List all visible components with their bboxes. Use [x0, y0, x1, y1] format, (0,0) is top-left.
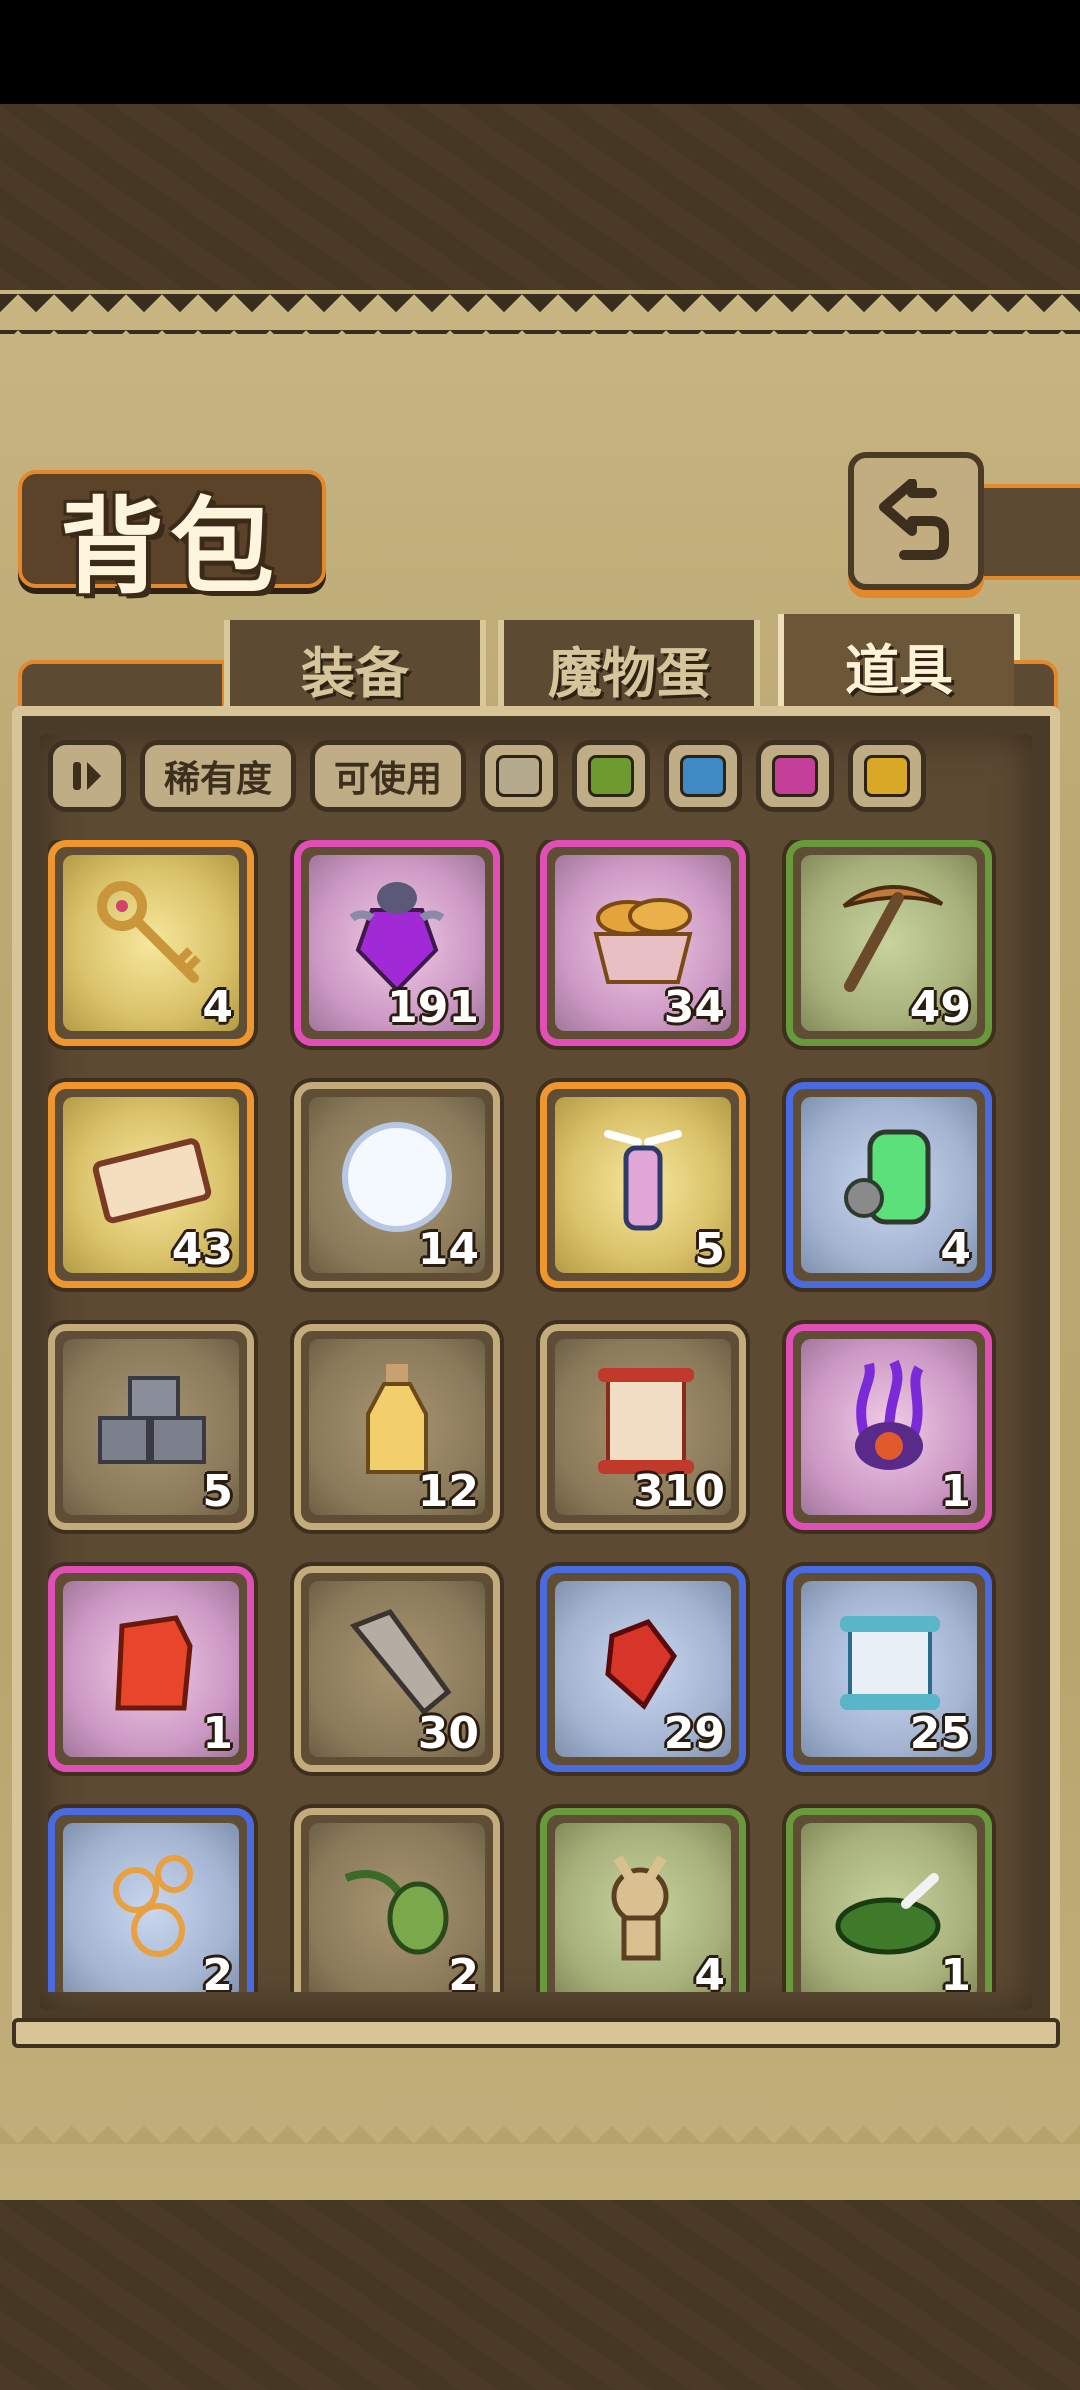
item-slot[interactable]: 14: [294, 1082, 500, 1288]
item-count: 12: [417, 1466, 479, 1517]
item-count: 2: [448, 1950, 479, 1992]
item-grid-viewport[interactable]: 4 191 34 49 43 14 5 4 5 12 310 1 1 30 29…: [48, 840, 1028, 1992]
item-count: 29: [663, 1708, 725, 1759]
swatch-green: [588, 755, 634, 797]
snowball-icon: [342, 1122, 452, 1233]
item-slot[interactable]: 1: [786, 1324, 992, 1530]
stone-blocks-icon: [98, 1376, 206, 1465]
back-arrow-icon: [879, 479, 949, 560]
glowing-orbs-icon: [113, 1855, 193, 1958]
item-count: 191: [387, 982, 479, 1033]
color-filter-gray[interactable]: [480, 740, 558, 812]
item-slot[interactable]: 2: [294, 1808, 500, 1992]
winged-lantern-icon: [604, 1130, 682, 1231]
item-count: 4: [202, 982, 233, 1033]
item-slot[interactable]: 30: [294, 1566, 500, 1772]
color-filter-green[interactable]: [572, 740, 650, 812]
item-slot[interactable]: 4: [786, 1082, 992, 1288]
tab-items[interactable]: 道具: [778, 614, 1020, 716]
item-count: 5: [694, 1224, 725, 1275]
swatch-blue: [680, 755, 726, 797]
color-filter-purple[interactable]: [756, 740, 834, 812]
rarity-filter-label: 稀有度: [163, 759, 272, 800]
rarity-filter-button[interactable]: 稀有度: [140, 740, 296, 812]
item-slot[interactable]: 25: [786, 1566, 992, 1772]
zigzag-edge-bottom: [0, 2108, 1080, 2148]
item-slot[interactable]: 1: [48, 1566, 254, 1772]
item-slot[interactable]: 43: [48, 1082, 254, 1288]
oil-bottle-icon: [366, 1364, 428, 1475]
swatch-gray: [496, 755, 542, 797]
purple-potion-flask-icon: [349, 882, 445, 994]
item-slot[interactable]: 5: [540, 1082, 746, 1288]
map-background-bottom: [0, 2200, 1080, 2390]
item-slot[interactable]: 49: [786, 840, 992, 1046]
status-bar: [0, 0, 1080, 104]
item-slot[interactable]: 191: [294, 840, 500, 1046]
item-count: 34: [663, 982, 725, 1033]
item-slot[interactable]: 2: [48, 1808, 254, 1992]
item-count: 5: [202, 1466, 233, 1517]
ruby-shard-icon: [605, 1619, 678, 1711]
item-slot[interactable]: 310: [540, 1324, 746, 1530]
sort-icon: [73, 762, 101, 790]
item-count: 1: [940, 1950, 971, 1992]
item-slot[interactable]: 12: [294, 1324, 500, 1530]
item-count: 49: [909, 982, 971, 1033]
item-count: 4: [694, 1950, 725, 1992]
green-canister-icon: [844, 1129, 931, 1225]
item-count: 14: [417, 1224, 479, 1275]
swatch-orange: [864, 755, 910, 797]
tab-monster-egg[interactable]: 魔物蛋: [498, 620, 760, 716]
stone-slab-icon: [349, 1609, 452, 1716]
moss-bone-icon: [835, 1873, 941, 1955]
item-slot[interactable]: 1: [786, 1808, 992, 1992]
item-slot[interactable]: 34: [540, 840, 746, 1046]
fire-crystal-icon: [115, 1615, 193, 1711]
item-grid: 4 191 34 49 43 14 5 4 5 12 310 1 1 30 29…: [48, 840, 1028, 1992]
straw-doll-icon: [611, 1855, 669, 1961]
usable-filter-label: 可使用: [333, 759, 442, 800]
color-filter-blue[interactable]: [664, 740, 742, 812]
blue-scroll-icon: [840, 1616, 940, 1711]
pickaxe-icon: [842, 885, 944, 993]
filter-bar: 稀有度 可使用: [48, 738, 926, 814]
item-slot[interactable]: 29: [540, 1566, 746, 1772]
back-button[interactable]: [848, 452, 984, 590]
map-background-top: [0, 104, 1080, 294]
panel-bottom-rail: [12, 2018, 1060, 2048]
item-count: 30: [417, 1708, 479, 1759]
item-count: 4: [940, 1224, 971, 1275]
zigzag-edge-top: [0, 294, 1080, 334]
sort-toggle-button[interactable]: [48, 740, 126, 812]
ticket-icon: [92, 1138, 212, 1224]
tab-items-label: 道具: [845, 638, 953, 702]
item-count: 1: [202, 1708, 233, 1759]
item-count: 25: [909, 1708, 971, 1759]
item-count: 43: [171, 1224, 233, 1275]
tentacle-eye-icon: [855, 1360, 924, 1471]
tab-bar: 装备 魔物蛋 道具: [18, 614, 1058, 720]
item-count: 310: [633, 1466, 725, 1517]
usable-filter-button[interactable]: 可使用: [310, 740, 466, 812]
page-title: 背包: [60, 486, 281, 608]
green-seed-icon: [344, 1870, 449, 1955]
item-count: 2: [202, 1950, 233, 1992]
swatch-purple: [772, 755, 818, 797]
tab-equipment[interactable]: 装备: [224, 620, 486, 716]
tab-monster-egg-label: 魔物蛋: [548, 641, 710, 705]
color-filter-orange[interactable]: [848, 740, 926, 812]
red-scroll-icon: [598, 1368, 694, 1475]
item-slot[interactable]: 5: [48, 1324, 254, 1530]
item-count: 1: [940, 1466, 971, 1517]
item-slot[interactable]: 4: [48, 840, 254, 1046]
bread-basket-icon: [593, 898, 693, 985]
tab-equipment-label: 装备: [301, 641, 409, 705]
item-slot[interactable]: 4: [540, 1808, 746, 1992]
golden-key-icon: [97, 881, 201, 984]
